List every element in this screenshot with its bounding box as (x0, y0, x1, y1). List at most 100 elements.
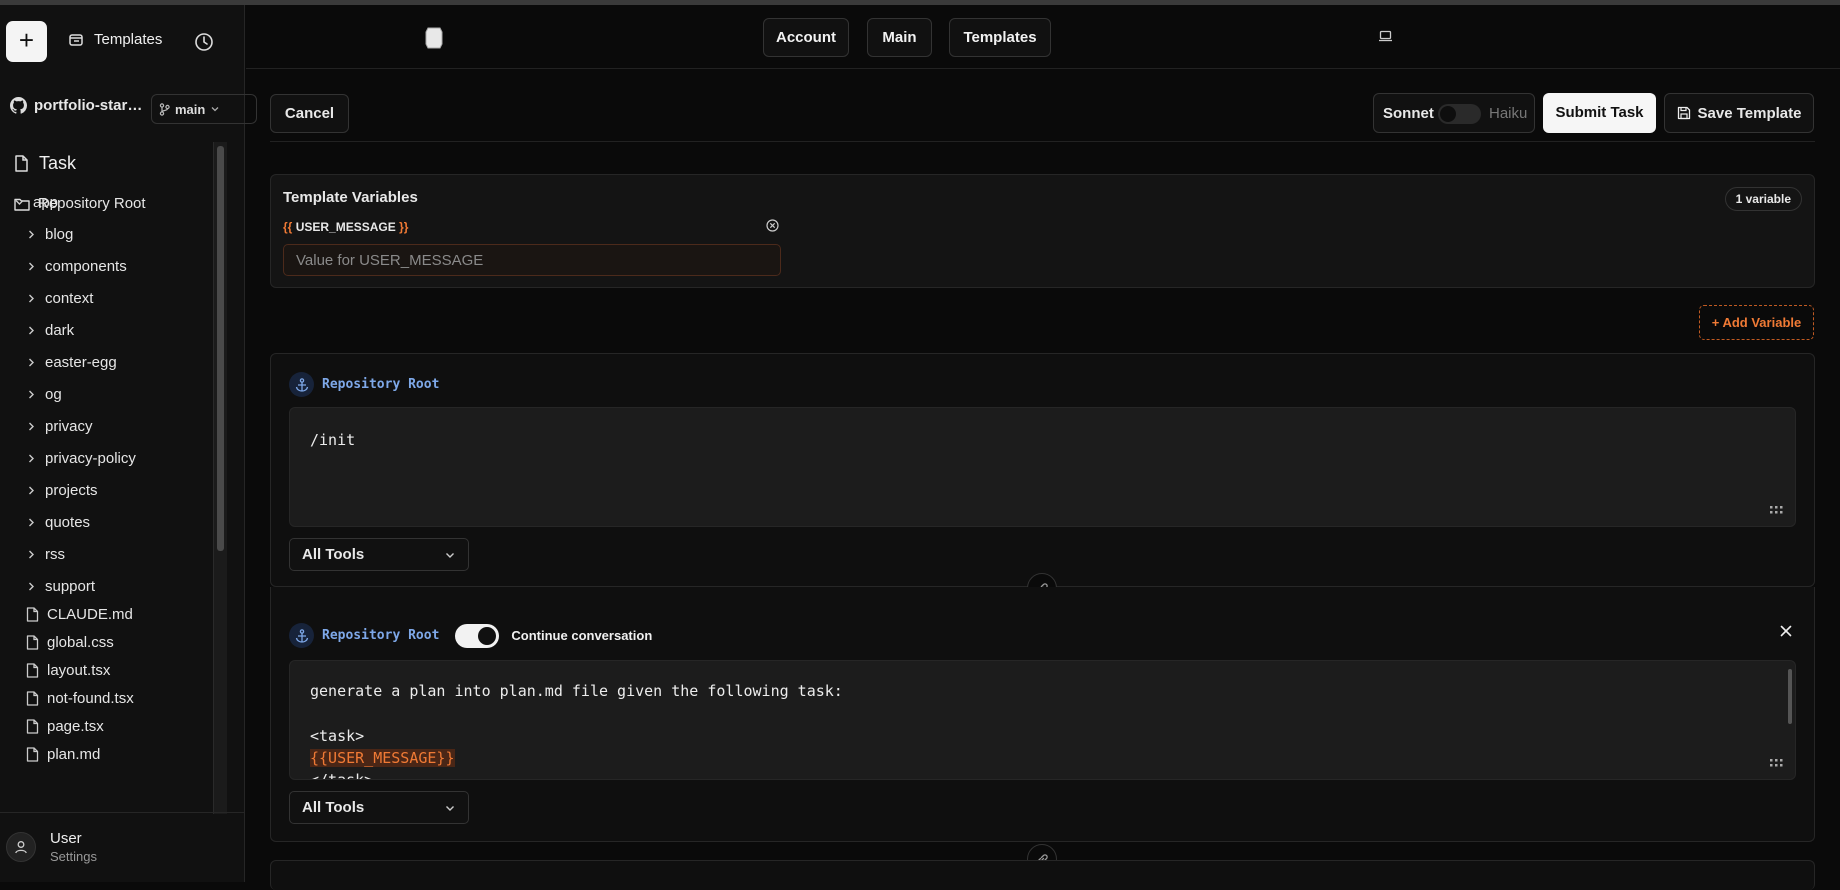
templates-label: Templates (94, 31, 163, 48)
prompt-line: </task> (310, 771, 374, 780)
step-2-prompt-editor[interactable]: generate a plan into plan.md file given … (289, 660, 1796, 780)
repo-selector[interactable]: portfolio-starter-kit (10, 97, 146, 114)
tree-file[interactable]: CLAUDE.md (26, 606, 133, 623)
templates-link[interactable]: Templates (68, 31, 162, 48)
chevron-right-icon (29, 422, 34, 431)
tools-select-value: All Tools (302, 799, 365, 816)
user-menu[interactable]: User Settings (6, 830, 97, 864)
user-settings-label: Settings (50, 849, 97, 864)
tree-file[interactable]: not-found.tsx (26, 690, 134, 707)
save-icon (1677, 106, 1690, 120)
add-variable-button[interactable]: + Add Variable (1699, 305, 1814, 340)
git-branch-icon (159, 102, 170, 116)
tree-folder[interactable]: privacy-policy (26, 450, 136, 467)
tree-folder[interactable]: dark (26, 322, 74, 339)
chevron-right-icon (29, 518, 34, 527)
model-haiku-label: Haiku (1489, 105, 1528, 122)
tree-item-label: context (45, 290, 94, 307)
branch-name: main (175, 101, 206, 117)
nav-account[interactable]: Account (763, 18, 849, 57)
step-1-tools-select[interactable]: All Tools (289, 538, 469, 571)
tree-item-label: support (45, 578, 96, 595)
tree-item-label: rss (45, 546, 65, 563)
step-2-directory[interactable]: Repository Root (322, 628, 439, 643)
resize-grip-icon[interactable] (1770, 759, 1783, 767)
nav-main[interactable]: Main (867, 18, 932, 57)
tree-item-label: global.css (47, 634, 114, 651)
continue-conversation-toggle[interactable] (455, 623, 500, 648)
file-icon (26, 691, 39, 706)
repo-name: portfolio-starter-kit (34, 97, 146, 114)
anchor-icon (289, 623, 314, 648)
step-1-prompt-editor[interactable]: /init (289, 407, 1796, 527)
tree-folder[interactable]: support (26, 578, 95, 595)
save-template-label: Save Template (1697, 104, 1802, 122)
tree-folder[interactable]: blog (26, 226, 73, 243)
tree-folder[interactable]: quotes (26, 514, 90, 531)
resize-grip-icon[interactable] (1770, 506, 1783, 514)
tree-item-label: quotes (45, 514, 91, 531)
model-toggle[interactable] (1438, 104, 1481, 124)
prompt-line: generate a plan into plan.md file given … (310, 682, 843, 700)
tree-item-label: privacy-policy (45, 450, 136, 467)
prompt-line: /init (310, 431, 356, 449)
tree-file[interactable]: layout.tsx (26, 662, 110, 679)
tree-folder[interactable]: app (14, 194, 58, 211)
tree-folder[interactable]: privacy (26, 418, 93, 435)
tree-item-label: privacy (45, 418, 93, 435)
tree-folder[interactable]: og (26, 386, 62, 403)
step-card-3 (270, 860, 1815, 890)
save-template-button[interactable]: Save Template (1664, 93, 1814, 133)
model-sonnet-label: Sonnet (1383, 105, 1434, 122)
submit-task-button[interactable]: Submit Task (1543, 93, 1656, 133)
sidebar: + Templates portfolio-starter-kit main T… (0, 5, 257, 882)
variable-count-badge: 1 variable (1724, 187, 1802, 211)
toggle-knob (478, 626, 497, 645)
tree-item-label: projects (45, 482, 98, 499)
file-icon (26, 607, 39, 622)
remove-variable-icon[interactable] (766, 219, 779, 232)
nav-templates[interactable]: Templates (949, 18, 1051, 57)
close-icon[interactable] (1780, 625, 1792, 637)
step-2-tools-select[interactable]: All Tools (289, 791, 469, 824)
tree-item-label: CLAUDE.md (47, 606, 133, 623)
continue-conversation-label: Continue conversation (511, 628, 653, 643)
template-variables-card: Template Variables 1 variable {{ USER_ME… (270, 174, 1815, 288)
variable-value-input[interactable] (283, 244, 781, 276)
file-icon (26, 663, 39, 678)
sidebar-scrollbar[interactable] (213, 142, 227, 814)
app-logo-icon (425, 27, 443, 49)
user-name: User (50, 830, 82, 847)
step-card-1: Repository Root /init All Tools (270, 353, 1815, 587)
tree-folder[interactable]: projects (26, 482, 98, 499)
model-toggle-knob (1440, 106, 1456, 122)
tree-item-label: dark (45, 322, 75, 339)
tree-file[interactable]: plan.md (26, 746, 100, 763)
tree-folder[interactable]: rss (26, 546, 65, 563)
chevron-right-icon (29, 550, 34, 559)
file-icon (26, 635, 39, 650)
tree-folder[interactable]: components (26, 258, 127, 275)
tree-item-label: plan.md (47, 746, 101, 763)
history-icon[interactable] (194, 32, 214, 52)
chevron-down-icon (446, 553, 454, 558)
tree-file[interactable]: page.tsx (26, 718, 104, 735)
variable-name-text: USER_MESSAGE (295, 220, 396, 234)
chevron-right-icon (29, 294, 34, 303)
anchor-icon (289, 372, 314, 397)
sidebar-scroll-thumb[interactable] (217, 146, 224, 551)
tree-folder[interactable]: context (26, 290, 93, 307)
laptop-icon[interactable] (1378, 30, 1393, 42)
tree-item-label: components (45, 258, 127, 275)
editor-scrollbar[interactable] (1788, 669, 1792, 724)
tree-folder[interactable]: easter-egg (26, 354, 117, 371)
cancel-button[interactable]: Cancel (270, 94, 349, 133)
branch-selector[interactable]: main (151, 94, 257, 124)
prompt-line: <task> (310, 727, 365, 745)
chevron-right-icon (29, 390, 34, 399)
step-1-directory[interactable]: Repository Root (322, 377, 439, 392)
tree-file[interactable]: global.css (26, 634, 114, 651)
step-1-header: Repository Root (289, 372, 439, 397)
new-task-button[interactable]: + (6, 21, 47, 62)
model-switch[interactable]: Sonnet Haiku (1373, 93, 1535, 133)
